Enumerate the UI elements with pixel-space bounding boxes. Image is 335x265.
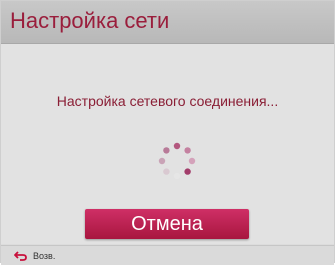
return-arrow-icon xyxy=(14,251,27,261)
spinner-dot xyxy=(163,147,170,154)
dialog-title: Настройка сети xyxy=(10,8,170,33)
spinner-dot xyxy=(173,142,181,150)
spinner-dot xyxy=(188,157,196,165)
spinner-dot xyxy=(173,172,181,180)
cancel-button[interactable]: Отмена xyxy=(85,209,249,239)
spinner-dot xyxy=(163,168,170,175)
network-setup-dialog: Настройка сети Настройка сетевого соедин… xyxy=(0,0,335,265)
dialog-titlebar: Настройка сети xyxy=(1,1,334,44)
spinner-dot xyxy=(184,168,191,175)
back-label: Возв. xyxy=(33,251,56,261)
spinner-dot xyxy=(158,157,166,165)
back-hint[interactable]: Возв. xyxy=(14,249,55,263)
footer-bar: Возв. xyxy=(1,245,334,265)
spinner-dot xyxy=(184,147,191,154)
status-message: Настройка сетевого соединения... xyxy=(56,93,279,109)
loading-spinner-icon xyxy=(158,142,196,180)
